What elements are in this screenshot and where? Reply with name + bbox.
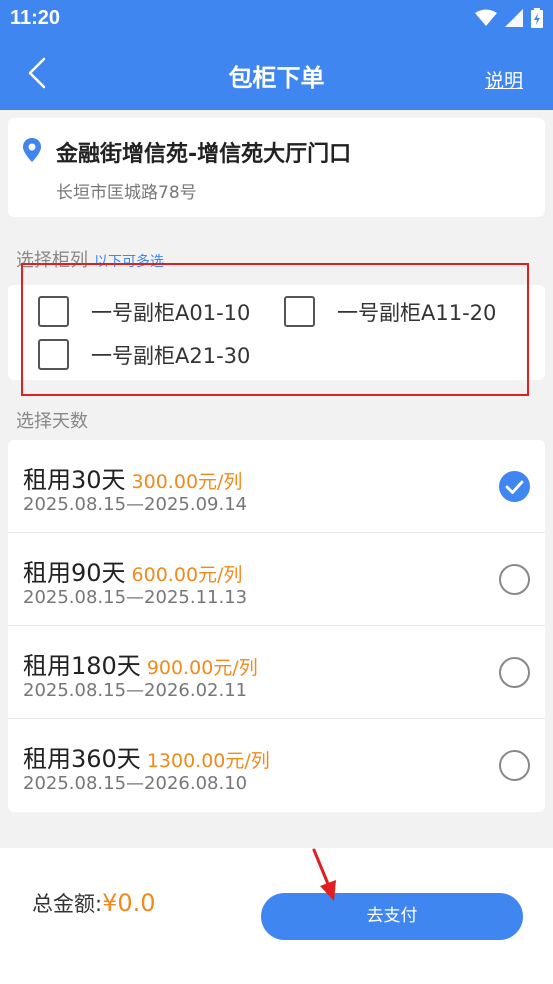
location-pin-icon xyxy=(23,138,41,162)
locker-option-a21[interactable]: 一号副柜A21-30 xyxy=(38,339,250,370)
plan-days-label: 租用90天 xyxy=(23,559,126,587)
checkout-footer: 总金额:¥0.0 去支付 xyxy=(0,848,553,984)
wifi-icon xyxy=(475,9,497,26)
plan-days: 租用90天 600.00元/列 xyxy=(23,553,242,588)
address-card: 金融街增信苑-增信苑大厅门口 长垣市匡城路78号 xyxy=(8,118,545,217)
radio-checked-icon[interactable] xyxy=(499,471,530,502)
plan-row-30[interactable]: 租用30天 300.00元/列 2025.08.15—2025.09.14 xyxy=(8,440,545,533)
locker-option-a11[interactable]: 一号副柜A11-20 xyxy=(284,296,496,327)
plan-date-range: 2025.08.15—2025.09.14 xyxy=(23,494,248,515)
plan-price: 900.00元/列 xyxy=(146,657,258,679)
plan-price: 300.00元/列 xyxy=(131,471,243,493)
total-value: ¥0.0 xyxy=(102,889,156,917)
plan-price: 600.00元/列 xyxy=(131,564,243,586)
status-bar: 11:20 xyxy=(0,0,553,36)
checkbox[interactable] xyxy=(38,296,69,327)
locker-option-label: 一号副柜A01-10 xyxy=(91,300,251,325)
plan-days-label: 租用180天 xyxy=(23,652,141,680)
plan-days-label: 租用30天 xyxy=(23,466,126,494)
locker-options-card: 一号副柜A01-10 一号副柜A11-20 一号副柜A21-30 xyxy=(8,285,545,380)
locker-section-label: 选择柜列 以下可多选 xyxy=(16,246,164,272)
status-time: 11:20 xyxy=(10,7,61,29)
checkbox[interactable] xyxy=(38,339,69,370)
locker-option-a01[interactable]: 一号副柜A01-10 xyxy=(38,296,250,327)
address-street: 长垣市匡城路78号 xyxy=(56,183,197,203)
radio-unchecked-icon[interactable] xyxy=(499,564,530,595)
nav-bar: 包柜下单 说明 xyxy=(0,36,553,110)
help-link[interactable]: 说明 xyxy=(485,66,523,93)
plan-days: 租用360天 1300.00元/列 xyxy=(23,739,270,774)
locker-option-label: 一号副柜A21-30 xyxy=(91,343,251,368)
battery-icon xyxy=(531,8,543,28)
checkbox[interactable] xyxy=(284,296,315,327)
plan-row-180[interactable]: 租用180天 900.00元/列 2025.08.15—2026.02.11 xyxy=(8,626,545,719)
address-name: 金融街增信苑-增信苑大厅门口 xyxy=(56,142,352,167)
plan-days: 租用30天 300.00元/列 xyxy=(23,460,242,495)
rental-plans-card: 租用30天 300.00元/列 2025.08.15—2025.09.14 租用9… xyxy=(8,440,545,812)
radio-unchecked-icon[interactable] xyxy=(499,750,530,781)
signal-icon xyxy=(505,9,523,27)
plan-days-label: 租用360天 xyxy=(23,745,141,773)
locker-option-label: 一号副柜A11-20 xyxy=(337,300,497,325)
multi-select-hint: 以下可多选 xyxy=(94,254,164,270)
locker-section-title: 选择柜列 xyxy=(16,250,88,271)
total-label: 总金额: xyxy=(32,892,103,916)
plan-date-range: 2025.08.15—2025.11.13 xyxy=(23,587,248,608)
plan-date-range: 2025.08.15—2026.08.10 xyxy=(23,773,248,794)
plan-days: 租用180天 900.00元/列 xyxy=(23,646,258,681)
radio-unchecked-icon[interactable] xyxy=(499,657,530,688)
plan-row-360[interactable]: 租用360天 1300.00元/列 2025.08.15—2026.08.10 xyxy=(8,719,545,812)
days-section-label: 选择天数 xyxy=(16,411,88,432)
page-title: 包柜下单 xyxy=(228,64,325,92)
pay-button[interactable]: 去支付 xyxy=(261,893,523,940)
total-amount: 总金额:¥0.0 xyxy=(32,888,156,918)
status-icons xyxy=(475,8,543,28)
plan-price: 1300.00元/列 xyxy=(146,750,270,772)
plan-date-range: 2025.08.15—2026.02.11 xyxy=(23,680,248,701)
plan-row-90[interactable]: 租用90天 600.00元/列 2025.08.15—2025.11.13 xyxy=(8,533,545,626)
